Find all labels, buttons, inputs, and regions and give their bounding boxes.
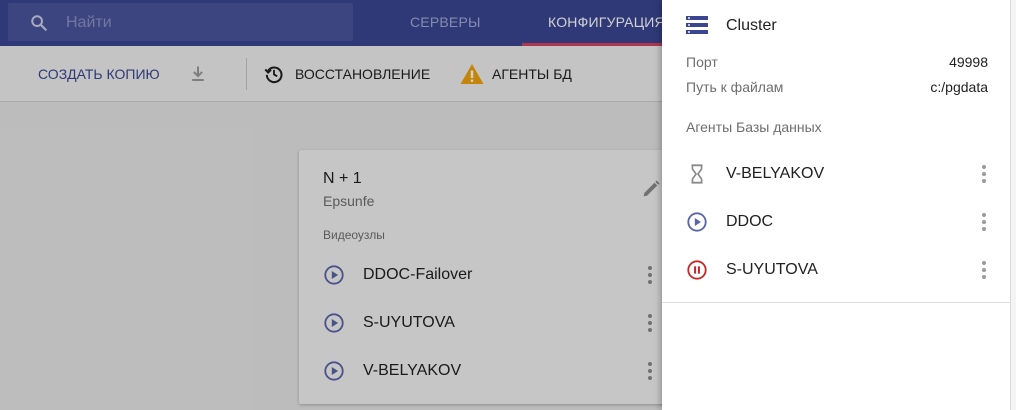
agent-row[interactable]: V-BELYAKOV [662,150,1010,198]
more-vert-icon[interactable] [980,164,988,184]
agent-label: S-UYUTOVA [726,261,818,278]
port-label: Порт [686,54,718,70]
agent-row[interactable]: S-UYUTOVA [662,246,1010,294]
agent-row[interactable]: DDOC [662,198,1010,246]
hourglass-icon [691,164,703,184]
file-path-value: c:/pgdata [930,79,988,95]
panel-title: Cluster [726,17,777,34]
window-edge-scrollbar[interactable] [1010,0,1016,410]
server-icon [686,16,708,34]
agent-label: DDOC [726,213,774,230]
port-value: 49998 [949,54,988,70]
more-vert-icon[interactable] [980,212,988,232]
agent-label: V-BELYAKOV [726,165,825,182]
file-path-label: Путь к файлам [686,79,784,95]
modal-backdrop[interactable] [0,0,662,410]
db-agents-section-label: Агенты Базы данных [686,119,822,135]
play-circle-icon [687,212,707,232]
cluster-details-panel: Cluster Порт 49998 Путь к файлам c:/pgda… [662,0,1010,410]
pause-circle-icon [687,260,707,280]
more-vert-icon[interactable] [980,260,988,280]
panel-divider [662,302,1010,303]
